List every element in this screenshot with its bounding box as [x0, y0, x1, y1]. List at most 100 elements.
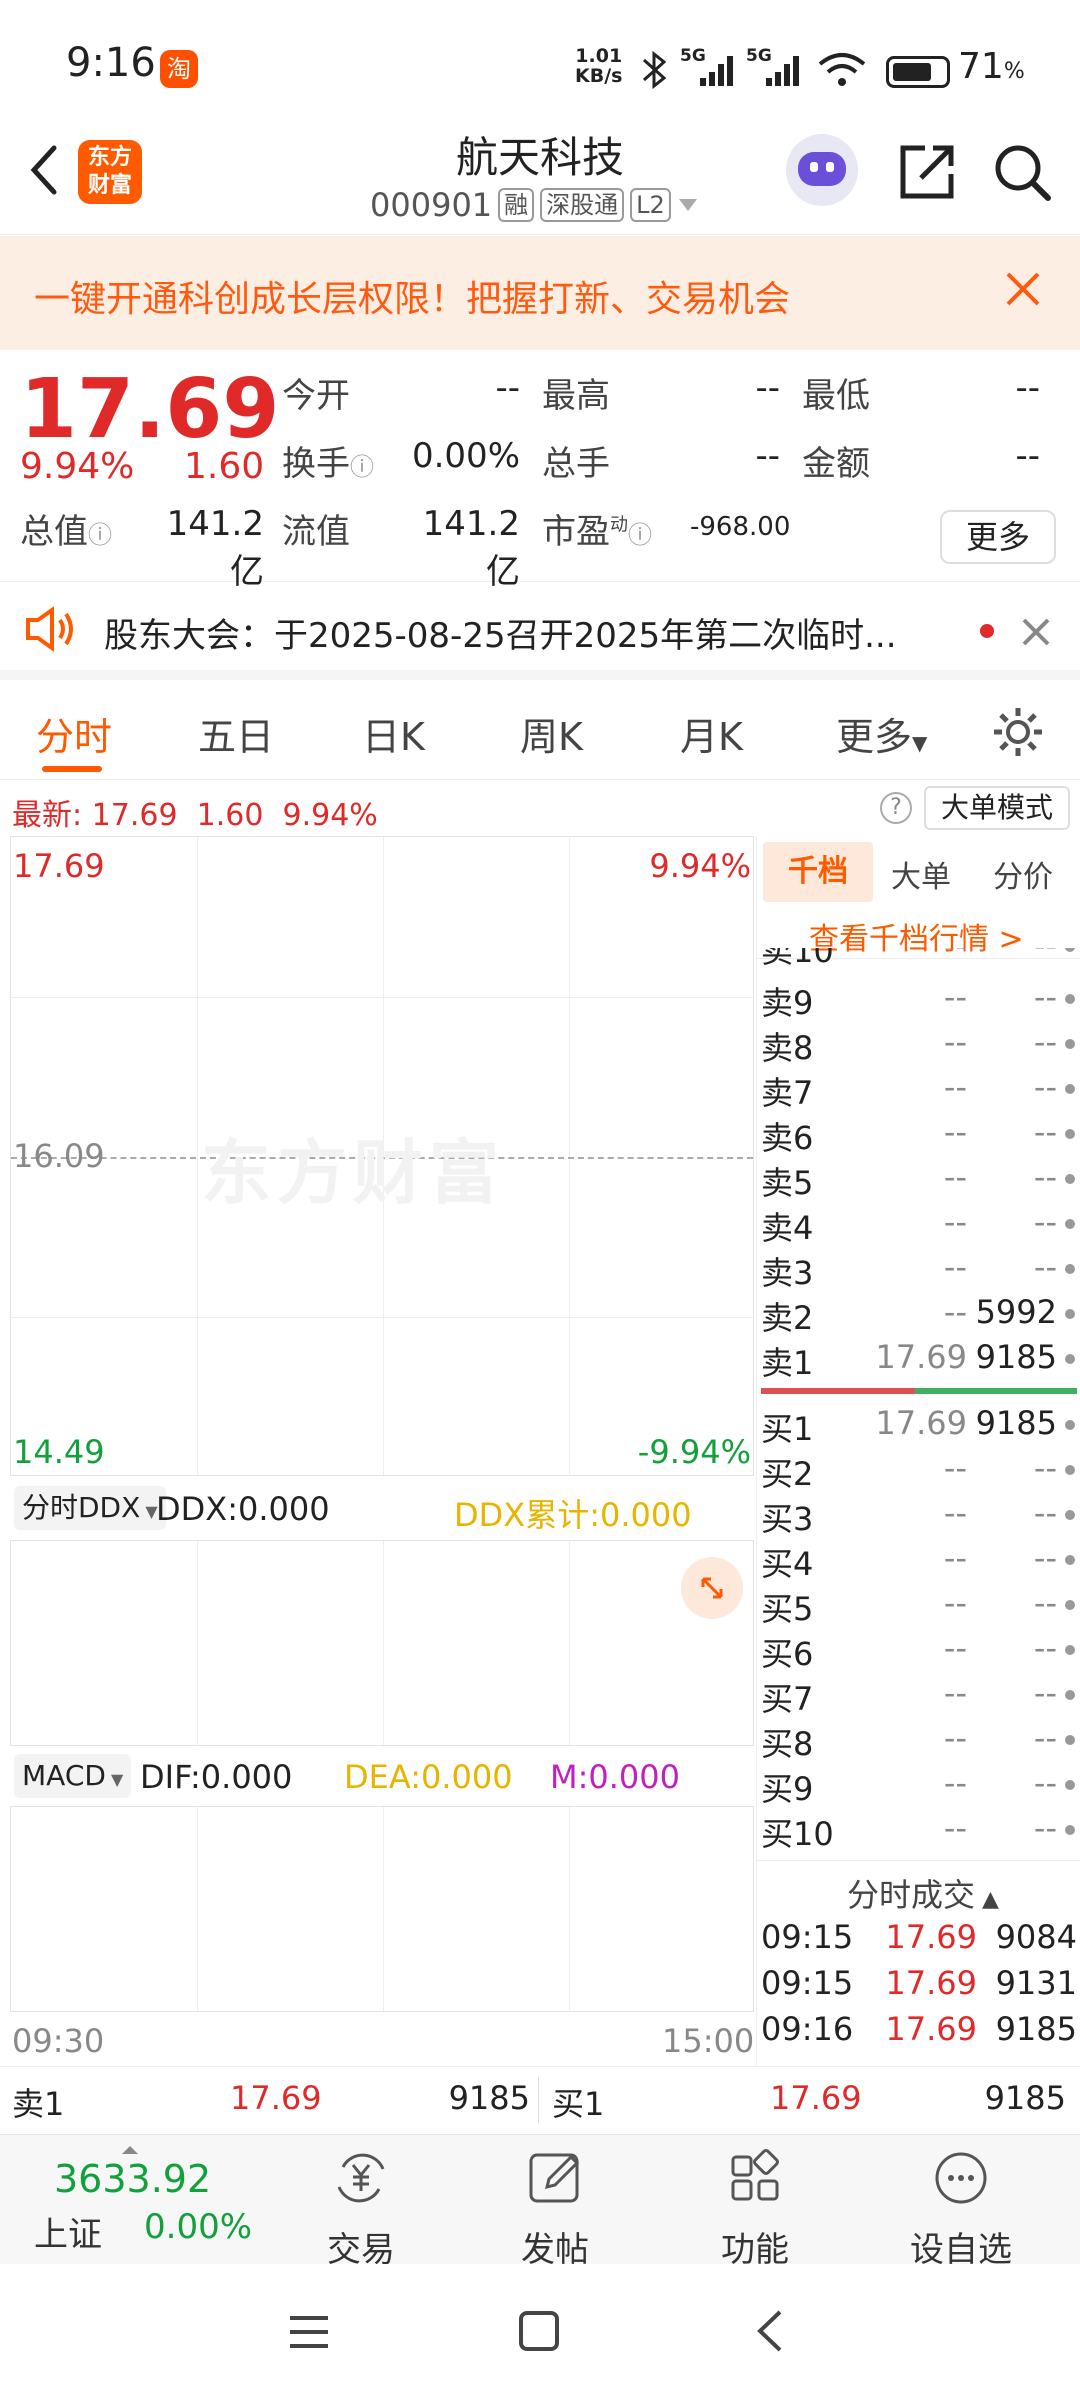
dif-value: DIF:0.000 — [140, 1758, 293, 1796]
battery-percent: 71% — [958, 46, 1025, 87]
bid-row-6: 买6 -- -- — [757, 1629, 1080, 1674]
info-icon: ⓘ — [628, 521, 652, 549]
watermark: 东方财富 — [201, 1132, 505, 1214]
latest-row: 最新: 17.69 1.60 9.94% ? 大单模式 — [0, 782, 1080, 836]
search-icon[interactable] — [990, 140, 1054, 204]
latest-summary: 最新: 17.69 1.60 9.94% — [12, 798, 378, 833]
dea-value: DEA:0.000 — [344, 1758, 513, 1796]
float-label: 流值 — [282, 512, 350, 552]
stock-code-row[interactable]: 000901 融 深股通 L2 — [370, 186, 699, 224]
tab-price-distribution[interactable]: 分价 — [993, 852, 1053, 896]
tick-trades-title[interactable]: 分时成交 ▲ — [847, 1870, 999, 1916]
back-icon[interactable] — [750, 2308, 790, 2354]
bid-row-1: 买1 17.69 9185 — [757, 1404, 1080, 1449]
strip-ask-price: 17.69 — [230, 2079, 322, 2117]
close-icon[interactable] — [1000, 266, 1046, 312]
caret-down-icon[interactable] — [677, 197, 699, 213]
turnover-label[interactable]: 换手ⓘ — [282, 436, 374, 485]
pe-label[interactable]: 市盈动ⓘ — [542, 504, 652, 553]
index-value: 3633.92 — [54, 2157, 212, 2201]
expand-icon[interactable] — [681, 1557, 743, 1619]
ask-row-3: 卖3 -- -- — [757, 1248, 1080, 1293]
nav-functions[interactable]: 功能 — [680, 2149, 830, 2271]
high-value: -- — [755, 368, 780, 408]
promo-text[interactable]: 一键开通科创成长层权限！把握打新、交易机会 — [34, 270, 790, 322]
tab-thousand-levels[interactable]: 千档 — [763, 842, 873, 902]
index-name: 上证 — [34, 2215, 102, 2255]
amount-value: -- — [1015, 436, 1040, 476]
pe-value: -968.00 — [690, 512, 791, 542]
clock: 9:16 — [66, 40, 156, 86]
ddx-value: DDX:0.000 — [156, 1490, 330, 1528]
change-percent: 9.94% — [20, 446, 135, 487]
gear-icon[interactable] — [990, 704, 1046, 760]
ask-row-5: 卖5 -- -- — [757, 1158, 1080, 1203]
low-value: -- — [1015, 368, 1040, 408]
turnover-value: 0.00% — [411, 436, 520, 476]
ddx-selector[interactable]: 分时DDX ▼ — [14, 1486, 166, 1530]
macd-selector[interactable]: MACD ▼ — [14, 1754, 132, 1798]
ask-bid-divider-red — [761, 1388, 915, 1394]
signal-icon-2 — [766, 56, 799, 86]
nav-trade[interactable]: 交易 — [286, 2149, 436, 2271]
ask-row-8: 卖8 -- -- — [757, 1023, 1080, 1068]
more-dots-icon — [935, 2152, 987, 2204]
tick-row: 09:16 17.69 9185 — [761, 2010, 1077, 2048]
promo-banner[interactable]: 一键开通科创成长层权限！把握打新、交易机会 — [0, 236, 1080, 350]
mid-price-label: 16.09 — [13, 1137, 105, 1175]
intraday-chart[interactable]: 东方财富 17.69 9.94% 16.09 14.49 -9.94% — [10, 836, 754, 1476]
strip-ask-volume: 9185 — [448, 2079, 530, 2117]
ddx-cumulative: DDX累计:0.000 — [454, 1496, 692, 1534]
quote-panel: 17.69 9.94% 1.60 今开 -- 最高 -- 最低 -- 换手ⓘ 0… — [0, 352, 1080, 592]
wifi-icon — [818, 53, 866, 86]
share-icon[interactable] — [895, 140, 959, 204]
network-speed: 1.01 KB/s — [575, 46, 622, 86]
bottom-nav: 3633.92 上证 0.00% 交易 发帖 功能 设自选 — [0, 2134, 1080, 2270]
strip-bid-volume: 9185 — [984, 2079, 1066, 2117]
close-icon[interactable] — [1018, 614, 1054, 650]
high-label: 最高 — [542, 376, 610, 416]
caret-down-icon: ▼ — [105, 1770, 124, 1789]
m-value: M:0.000 — [550, 1758, 680, 1796]
open-value: -- — [495, 368, 520, 408]
help-icon[interactable]: ? — [880, 792, 912, 824]
ask-row-10: 卖10 -- -- — [757, 948, 1080, 970]
ddx-chart[interactable] — [10, 1540, 754, 1746]
nav-add-watchlist[interactable]: 设自选 — [886, 2149, 1036, 2271]
battery-icon — [886, 56, 950, 88]
menu-icon[interactable] — [286, 2312, 332, 2352]
caret-up-icon: ▲ — [975, 1887, 999, 1912]
book-tabs: 千档 大单 分价 — [757, 840, 1080, 902]
tab-intraday[interactable]: 分时 — [36, 706, 112, 761]
tab-daily-k[interactable]: 日K — [362, 706, 425, 761]
tick-row: 09:15 17.69 9131 — [761, 1964, 1077, 2002]
tab-monthly-k[interactable]: 月K — [680, 706, 743, 761]
big-order-mode-button[interactable]: 大单模式 — [924, 786, 1070, 830]
caret-up-icon — [122, 2146, 138, 2154]
macd-chart[interactable] — [10, 1806, 754, 2012]
margin-tag: 融 — [498, 188, 535, 222]
mktcap-label[interactable]: 总值ⓘ — [20, 504, 112, 553]
ask-row-6: 卖6 -- -- — [757, 1113, 1080, 1158]
tab-more[interactable]: 更多▼ — [836, 706, 927, 761]
tab-five-day[interactable]: 五日 — [198, 706, 274, 761]
bottom-pct-label: -9.94% — [637, 1433, 751, 1471]
info-icon: ⓘ — [88, 521, 112, 549]
signal-icon-1 — [700, 56, 733, 86]
notice-text[interactable]: 股东大会：于2025-08-25召开2025年第二次临时... — [104, 608, 897, 657]
notice-bar[interactable]: 股东大会：于2025-08-25召开2025年第二次临时... — [0, 584, 1080, 680]
index-ticker[interactable]: 3633.92 上证 0.00% — [20, 2145, 270, 2255]
top-price-label: 17.69 — [13, 847, 105, 885]
bid-row-7: 买7 -- -- — [757, 1674, 1080, 1719]
ask-row-2: 卖2 -- 5992 — [757, 1293, 1080, 1338]
home-icon[interactable] — [516, 2308, 562, 2354]
stock-header: 东方财富 航天科技 000901 融 深股通 L2 — [0, 110, 1080, 235]
bid-row-10: 买10 -- -- — [757, 1809, 1080, 1854]
nav-post[interactable]: 发帖 — [480, 2149, 630, 2271]
ask-row-7: 卖7 -- -- — [757, 1068, 1080, 1113]
more-button[interactable]: 更多 — [940, 510, 1056, 564]
ai-assistant-icon[interactable] — [786, 134, 858, 206]
tab-weekly-k[interactable]: 周K — [520, 706, 583, 761]
tab-big-orders[interactable]: 大单 — [891, 852, 951, 896]
bid-row-3: 买3 -- -- — [757, 1494, 1080, 1539]
